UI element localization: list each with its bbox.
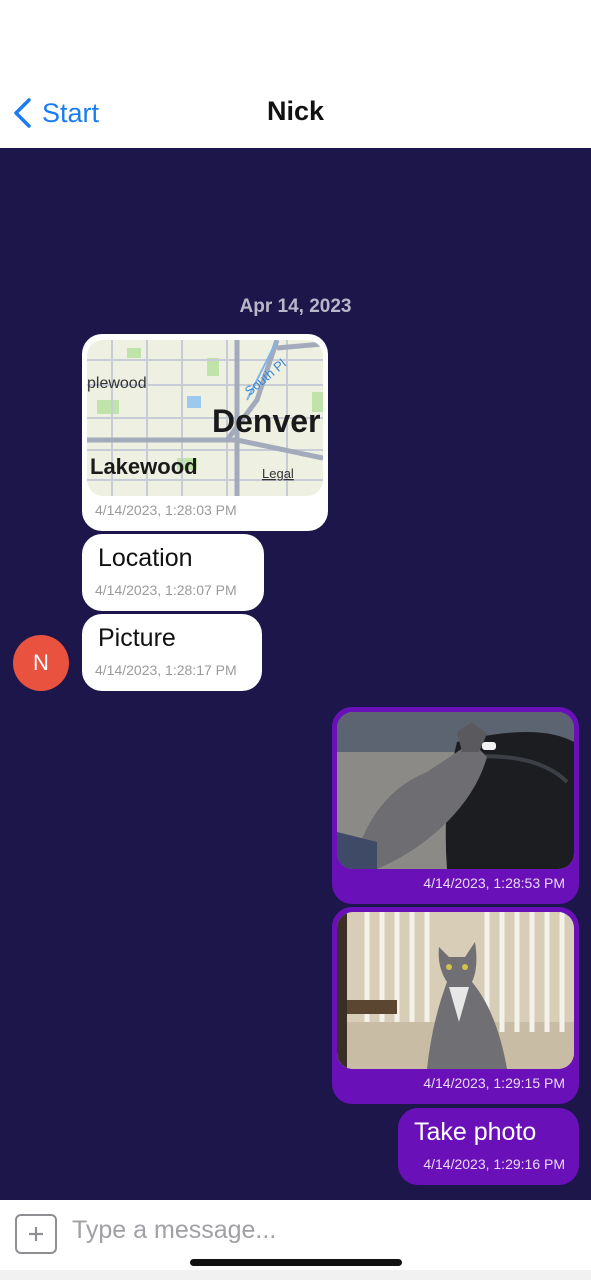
nav-header: Start Nick — [0, 0, 591, 148]
plus-icon — [29, 1227, 43, 1241]
svg-text:Denver: Denver — [212, 403, 321, 439]
message-text: Location — [98, 544, 193, 572]
message-timestamp: 4/14/2023, 1:29:15 PM — [423, 1075, 565, 1091]
outgoing-image-message[interactable]: 4/14/2023, 1:28:53 PM — [332, 707, 579, 904]
message-composer — [0, 1200, 591, 1280]
message-text: Take photo — [414, 1118, 537, 1146]
message-timestamp: 4/14/2023, 1:28:17 PM — [95, 662, 237, 678]
incoming-text-message[interactable]: Location 4/14/2023, 1:28:07 PM — [82, 534, 264, 611]
svg-text:plewood: plewood — [87, 375, 147, 392]
message-text: Picture — [98, 624, 176, 652]
message-timestamp: 4/14/2023, 1:28:53 PM — [423, 875, 565, 891]
incoming-text-message[interactable]: Picture 4/14/2023, 1:28:17 PM — [82, 614, 262, 691]
cat-photo[interactable] — [337, 712, 574, 869]
message-timestamp: 4/14/2023, 1:29:16 PM — [423, 1156, 565, 1172]
home-indicator[interactable] — [190, 1259, 402, 1266]
cat-photo[interactable] — [337, 912, 574, 1069]
svg-text:Legal: Legal — [262, 466, 294, 481]
bottom-strip — [0, 1270, 591, 1280]
incoming-location-message[interactable]: South Pl plewood Denver Lakewood Legal 4… — [82, 334, 328, 531]
message-timestamp: 4/14/2023, 1:28:03 PM — [95, 502, 237, 518]
date-separator: Apr 14, 2023 — [239, 296, 352, 317]
outgoing-text-message[interactable]: Take photo 4/14/2023, 1:29:16 PM — [398, 1108, 579, 1185]
add-attachment-button[interactable] — [15, 1214, 57, 1254]
svg-text:Lakewood: Lakewood — [90, 454, 198, 479]
message-list[interactable]: Apr 14, 2023 South Pl plewood Denver Lak… — [0, 148, 591, 1200]
chat-title: Nick — [266, 96, 325, 126]
contact-avatar[interactable]: N — [13, 635, 69, 691]
message-input[interactable] — [72, 1210, 572, 1250]
message-timestamp: 4/14/2023, 1:28:07 PM — [95, 582, 237, 598]
location-map[interactable]: South Pl plewood Denver Lakewood Legal — [87, 340, 323, 496]
outgoing-image-message[interactable]: 4/14/2023, 1:29:15 PM — [332, 907, 579, 1104]
